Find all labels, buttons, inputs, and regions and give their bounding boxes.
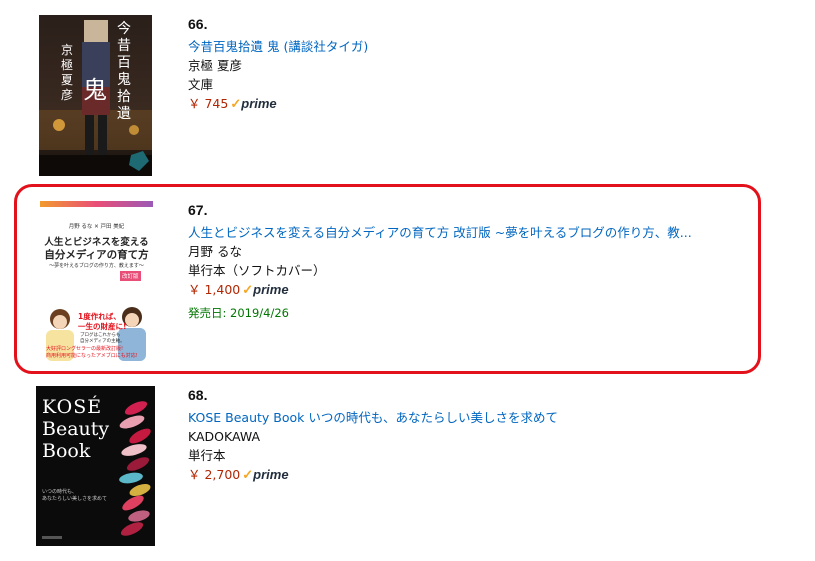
highlight-annotation-box [14, 184, 761, 374]
author[interactable]: 京極 夏彦 [188, 56, 368, 75]
cover-title-text: 今昔百鬼拾遺 [117, 21, 131, 122]
prime-label: prime [253, 467, 289, 482]
cover-author-text: 京極夏彦 [61, 43, 74, 102]
book-cover-image[interactable]: 京極夏彦 鬼 今昔百鬼拾遺 [39, 15, 152, 176]
book-title-link[interactable]: 今昔百鬼拾遺 鬼 (講談社タイガ) [188, 38, 368, 56]
check-icon: ✓ [242, 467, 254, 482]
result-item: KOSÉ Beauty Book いつの時代も、 あなたらしい美しさを求めて 6… [0, 380, 815, 561]
result-item: 京極夏彦 鬼 今昔百鬼拾遺 66. 今昔百鬼拾遺 鬼 (講談社タイガ) 京極 夏… [0, 0, 815, 180]
price[interactable]: ￥ 2,700 [188, 465, 240, 485]
rank-number: 68. [188, 387, 208, 403]
cover-lipstick-art [42, 401, 151, 539]
author[interactable]: KADOKAWA [188, 427, 558, 446]
book-cover-image[interactable]: KOSÉ Beauty Book いつの時代も、 あなたらしい美しさを求めて [36, 386, 155, 546]
price-row[interactable]: ￥ 2,700 ✓ prime [188, 465, 558, 485]
prime-badge: ✓ prime [230, 94, 276, 114]
book-title-link[interactable]: KOSE Beauty Book いつの時代も、あなたらしい美しさを求めて [188, 409, 558, 427]
check-icon: ✓ [230, 96, 242, 111]
price[interactable]: ￥ 745 [188, 94, 228, 114]
cover-big-title: 鬼 [83, 76, 107, 104]
format: 単行本 [188, 448, 226, 463]
prime-badge: ✓ prime [242, 465, 288, 485]
price-row[interactable]: ￥ 745 ✓ prime [188, 94, 368, 114]
prime-label: prime [241, 96, 277, 111]
result-info: 66. 今昔百鬼拾遺 鬼 (講談社タイガ) 京極 夏彦 文庫 ￥ 745 ✓ p… [188, 16, 368, 114]
rank-number: 66. [188, 16, 208, 32]
format: 文庫 [188, 77, 214, 92]
result-info: 68. KOSE Beauty Book いつの時代も、あなたらしい美しさを求め… [188, 387, 558, 485]
